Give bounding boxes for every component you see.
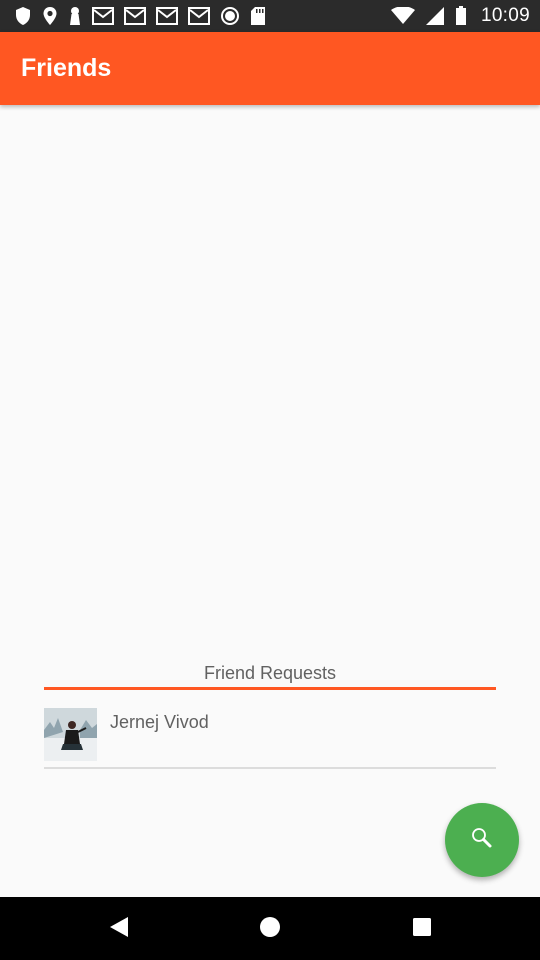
page-title: Friends	[21, 54, 112, 82]
friend-requests-header: Friend Requests	[44, 660, 496, 690]
recents-icon	[412, 917, 432, 942]
request-user-name: Jernej Vivod	[110, 712, 209, 732]
search-icon	[470, 826, 494, 855]
list-item[interactable]: Jernej Vivod	[44, 690, 496, 769]
mail-icon	[124, 6, 146, 26]
record-icon	[220, 6, 240, 26]
friend-requests-section: Friend Requests Jernej Vivod	[44, 660, 496, 769]
system-nav-bar	[0, 897, 540, 960]
notification-icons	[14, 0, 266, 32]
shield-icon	[14, 6, 32, 26]
wifi-icon	[390, 6, 415, 26]
mail-icon	[156, 6, 178, 26]
home-icon	[259, 916, 281, 943]
signal-icon	[425, 6, 445, 26]
location-icon	[42, 6, 58, 26]
back-button[interactable]	[105, 915, 133, 943]
status-bar: 10:09	[0, 0, 540, 32]
avatar	[44, 708, 97, 761]
back-icon	[108, 916, 130, 943]
recents-button[interactable]	[408, 915, 436, 943]
battery-icon	[455, 6, 467, 26]
mail-icon	[92, 6, 114, 26]
system-icons: 10:09	[390, 0, 530, 32]
search-fab-button[interactable]	[445, 803, 519, 877]
app-bar: Friends	[0, 32, 540, 105]
mail-icon	[188, 6, 210, 26]
sd-card-icon	[250, 6, 266, 26]
keyhole-icon	[68, 6, 82, 26]
clock: 10:09	[480, 5, 530, 26]
home-button[interactable]	[256, 915, 284, 943]
